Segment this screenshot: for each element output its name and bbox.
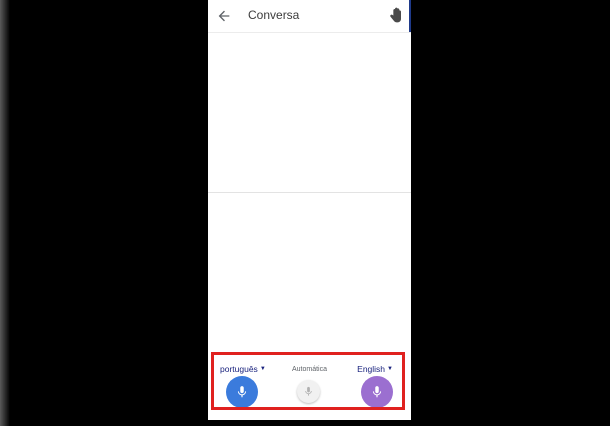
highlight-box <box>211 352 405 410</box>
top-app-bar: Conversa <box>208 0 411 33</box>
arrow-left-icon[interactable] <box>216 8 232 24</box>
conversation-divider <box>208 192 411 193</box>
page-title: Conversa <box>248 8 300 22</box>
hand-icon[interactable] <box>387 6 403 24</box>
